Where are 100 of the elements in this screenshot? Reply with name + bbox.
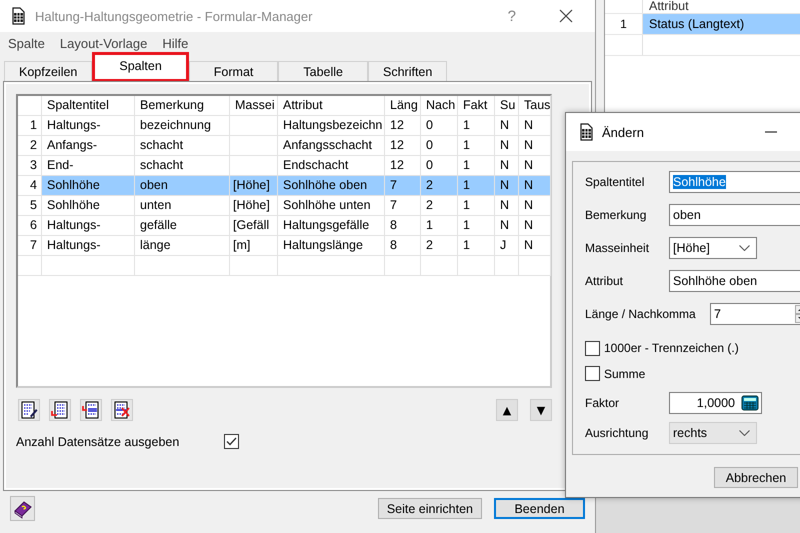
table-cell[interactable]: 1: [421, 216, 458, 236]
dialog-button[interactable]: Beenden: [494, 498, 585, 519]
table-cell[interactable]: unten: [135, 196, 230, 216]
dialog-button[interactable]: Seite einrichten: [378, 498, 482, 519]
table-cell[interactable]: oben: [135, 176, 230, 196]
input-field[interactable]: Sohlhöhe: [669, 171, 800, 194]
table-cell[interactable]: [495, 256, 519, 276]
table-cell[interactable]: [278, 256, 385, 276]
table-cell[interactable]: [230, 256, 278, 276]
tab[interactable]: Spalten: [92, 52, 189, 82]
table-cell[interactable]: Haltungs-: [42, 236, 135, 256]
table-cell[interactable]: [m]: [230, 236, 278, 256]
table-cell[interactable]: [135, 256, 230, 276]
table-cell[interactable]: N: [519, 176, 551, 196]
tab[interactable]: Schriften: [368, 61, 448, 82]
table-cell[interactable]: N: [519, 196, 551, 216]
table-cell[interactable]: [230, 136, 278, 156]
table-cell[interactable]: Anfangsschacht: [278, 136, 385, 156]
table-cell[interactable]: 2: [421, 196, 458, 216]
table-cell[interactable]: [458, 256, 495, 276]
tab[interactable]: Format: [188, 61, 278, 82]
menu-item[interactable]: Spalte: [8, 36, 45, 56]
table-cell[interactable]: Sohlhöhe unten: [278, 196, 385, 216]
help-button[interactable]: ?: [508, 8, 516, 24]
table-cell[interactable]: Haltungs-: [42, 216, 135, 236]
column-header[interactable]: Su: [495, 96, 519, 116]
table-cell[interactable]: Sohlhöhe: [42, 176, 135, 196]
table-cell[interactable]: 12: [385, 136, 421, 156]
table-cell[interactable]: 12: [385, 116, 421, 136]
column-header[interactable]: Fakt: [458, 96, 495, 116]
input-field[interactable]: oben: [669, 204, 800, 226]
dialog-button[interactable]: Abbrechen: [714, 467, 798, 488]
number-field[interactable]: 1,0000: [669, 392, 762, 414]
table-cell[interactable]: 7: [385, 196, 421, 216]
table-cell[interactable]: 0: [421, 136, 458, 156]
column-header[interactable]: Nach: [421, 96, 458, 116]
table-cell[interactable]: Haltungs-: [42, 116, 135, 136]
spinner-field[interactable]: 7: [710, 303, 800, 326]
table-cell[interactable]: N: [519, 236, 551, 256]
column-header[interactable]: Attribut: [278, 96, 385, 116]
table-cell[interactable]: [Gefäll: [230, 216, 278, 236]
table-cell[interactable]: 1: [458, 136, 495, 156]
calculator-icon[interactable]: [741, 394, 759, 411]
tab[interactable]: Kopfzeilen: [4, 61, 92, 82]
table-cell[interactable]: gefälle: [135, 216, 230, 236]
column-header[interactable]: Taus: [519, 96, 551, 116]
delete-document-icon[interactable]: [111, 399, 133, 421]
table-cell[interactable]: 7: [385, 176, 421, 196]
edit-document-icon[interactable]: [18, 399, 40, 421]
table-cell[interactable]: 1: [458, 176, 495, 196]
help-book-icon[interactable]: [10, 496, 35, 521]
table-cell[interactable]: N: [495, 136, 519, 156]
table-cell[interactable]: [421, 256, 458, 276]
table-cell[interactable]: [42, 256, 135, 276]
minimize-icon[interactable]: [765, 131, 777, 133]
move-button[interactable]: ▲: [496, 399, 518, 421]
table-cell[interactable]: 1: [458, 116, 495, 136]
table-cell[interactable]: bezeichnung: [135, 116, 230, 136]
table-cell[interactable]: N: [519, 116, 551, 136]
table-cell[interactable]: [230, 116, 278, 136]
column-header[interactable]: Massei: [230, 96, 278, 116]
table-cell[interactable]: 8: [385, 236, 421, 256]
table-cell[interactable]: 0: [421, 116, 458, 136]
table-cell[interactable]: 1: [458, 236, 495, 256]
move-button[interactable]: ▼: [530, 399, 552, 421]
table-cell[interactable]: Status (Langtext): [643, 14, 800, 34]
checkbox[interactable]: [585, 340, 600, 356]
table-cell[interactable]: 2: [421, 236, 458, 256]
table-cell[interactable]: [519, 256, 551, 276]
table-cell[interactable]: Sohlhöhe oben: [278, 176, 385, 196]
column-header[interactable]: Spaltentitel: [42, 96, 135, 116]
table-cell[interactable]: J: [495, 236, 519, 256]
table-cell[interactable]: N: [519, 136, 551, 156]
table-cell[interactable]: N: [495, 216, 519, 236]
insert-document-icon[interactable]: [49, 399, 71, 421]
table-cell[interactable]: 8: [385, 216, 421, 236]
column-header[interactable]: Läng: [385, 96, 421, 116]
checkbox[interactable]: [224, 434, 239, 449]
table-cell[interactable]: schacht: [135, 136, 230, 156]
column-header[interactable]: Bemerkung: [135, 96, 230, 116]
table-cell[interactable]: N: [495, 196, 519, 216]
table-cell[interactable]: 2: [421, 176, 458, 196]
table-cell[interactable]: [Höhe]: [230, 176, 278, 196]
table-cell[interactable]: 1: [458, 196, 495, 216]
table-cell[interactable]: [385, 256, 421, 276]
table-cell[interactable]: Anfangs-: [42, 136, 135, 156]
close-icon[interactable]: [559, 9, 573, 23]
tab[interactable]: Tabelle: [278, 61, 368, 82]
table-cell[interactable]: Haltungslänge: [278, 236, 385, 256]
checkbox[interactable]: [585, 366, 600, 382]
table-cell[interactable]: Sohlhöhe: [42, 196, 135, 216]
table-cell[interactable]: N: [519, 216, 551, 236]
table-cell[interactable]: N: [495, 116, 519, 136]
table-cell[interactable]: Haltungsbezeichn: [278, 116, 385, 136]
table-cell[interactable]: länge: [135, 236, 230, 256]
table-cell[interactable]: Haltungsgefälle: [278, 216, 385, 236]
table-cell[interactable]: [Höhe]: [230, 196, 278, 216]
table-cell[interactable]: N: [495, 176, 519, 196]
table-cell[interactable]: 1: [458, 216, 495, 236]
input-field[interactable]: Sohlhöhe oben: [669, 270, 800, 292]
